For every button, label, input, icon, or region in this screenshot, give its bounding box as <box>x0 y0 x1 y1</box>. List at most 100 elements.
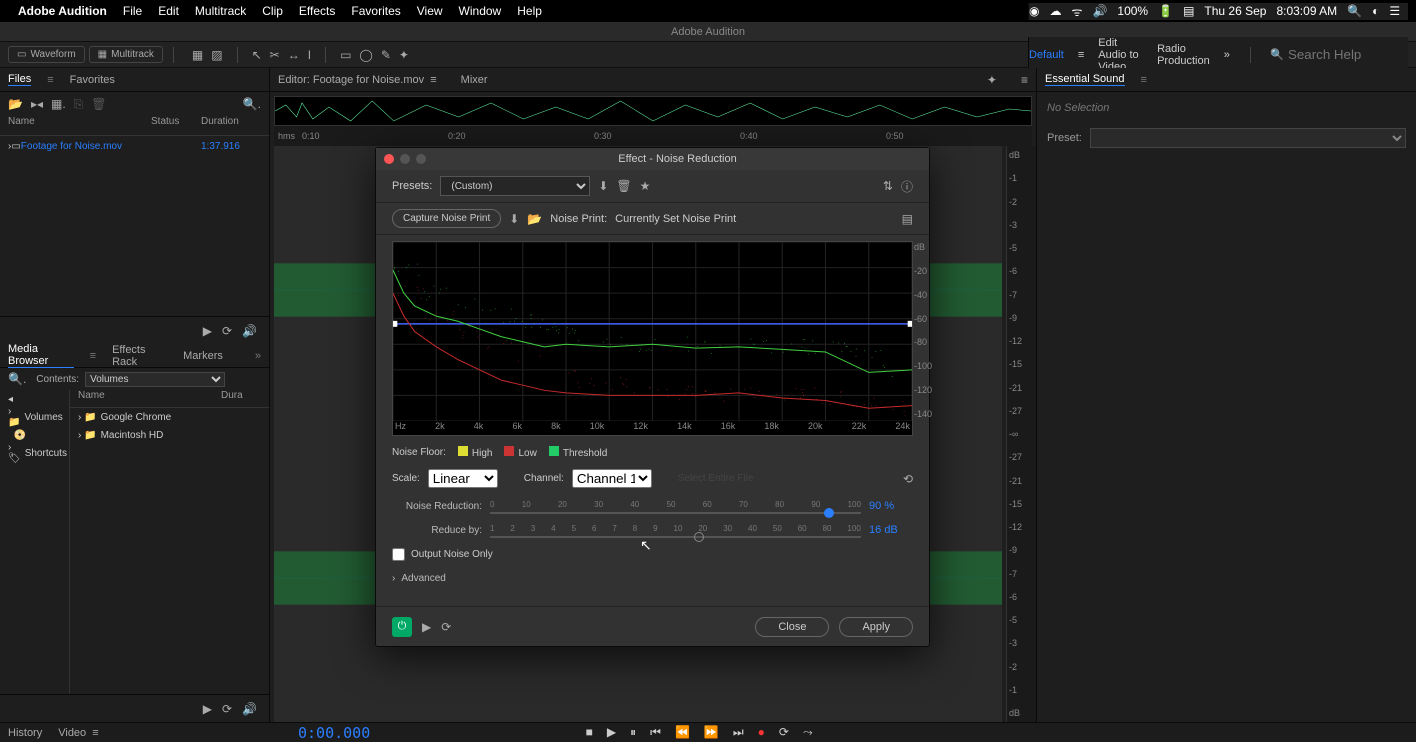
tab-history[interactable]: History <box>8 727 42 739</box>
menu-file[interactable]: File <box>123 4 142 18</box>
editor-menu-icon[interactable]: ≡ <box>1021 73 1028 87</box>
route-icon[interactable]: ⇅ <box>883 179 893 193</box>
pause-button[interactable]: ⏸ <box>630 725 636 740</box>
noise-reduction-value[interactable]: 90 <box>869 500 881 512</box>
battery-icon[interactable]: 🔋 <box>1158 4 1173 18</box>
mb-auto-play-icon[interactable]: 🔊 <box>242 702 257 716</box>
preview-loop-icon[interactable]: ⟳ <box>441 620 451 634</box>
marquee-tool-icon[interactable]: ▭ <box>340 48 351 62</box>
info-icon[interactable]: ⓘ <box>901 178 913 195</box>
workspace-more-icon[interactable]: » <box>1224 49 1230 61</box>
volume-icon[interactable]: 🔊 <box>1092 4 1107 18</box>
col-name[interactable]: Name <box>8 116 151 135</box>
tree-shortcuts[interactable]: › 🏷 Shortcuts <box>0 444 69 462</box>
contents-select[interactable]: Volumes <box>85 372 225 387</box>
tab-favorites[interactable]: Favorites <box>70 74 115 86</box>
tab-markers[interactable]: Markers <box>183 350 223 362</box>
siri-icon[interactable]: ◐ <box>1372 4 1379 18</box>
reset-curve-icon[interactable]: ⟲ <box>903 472 913 486</box>
play-icon[interactable]: ▶ <box>203 324 212 338</box>
menu-window[interactable]: Window <box>459 4 502 18</box>
mb-play-icon[interactable]: ▶ <box>203 702 212 716</box>
forward-button[interactable]: ⏩ <box>704 725 719 740</box>
spectral-pitch-icon[interactable]: ▨ <box>211 48 222 62</box>
scale-select[interactable]: Linear <box>428 469 498 488</box>
reduce-by-value[interactable]: 16 <box>869 524 881 536</box>
col-duration[interactable]: Duration <box>201 116 261 135</box>
forward-end-button[interactable]: ⏭ <box>733 725 744 740</box>
channel-select[interactable]: Channel 1 <box>572 469 652 488</box>
multitrack-mode-button[interactable]: ▦ Multitrack <box>89 46 163 63</box>
move-tool-icon[interactable]: ↖ <box>252 48 262 62</box>
effect-power-button[interactable]: ⏻ <box>392 617 412 637</box>
mb-menu-icon[interactable]: ≡ <box>90 350 96 362</box>
spectrum-graph[interactable]: dB-20-40-60-80-100-120-140 Hz2k4k6k8k10k… <box>392 241 913 436</box>
record-indicator-icon[interactable]: ◉ <box>1029 4 1039 18</box>
reduce-by-handle[interactable] <box>694 532 704 542</box>
mb-col-name[interactable]: Name <box>78 390 221 407</box>
loop-button[interactable]: ⟳ <box>779 725 789 740</box>
cloud-icon[interactable]: ☁ <box>1049 4 1061 18</box>
list-item[interactable]: › 📁 Google Chrome <box>70 408 269 426</box>
capture-noise-print-button[interactable]: Capture Noise Print <box>392 209 501 228</box>
workspace-radio[interactable]: Radio Production <box>1157 43 1210 67</box>
stop-button[interactable]: ■ <box>586 725 593 740</box>
open-file-icon[interactable]: 📂 <box>8 97 23 111</box>
skip-selection-button[interactable]: ⤳ <box>803 725 813 740</box>
time-selection-tool-icon[interactable]: I <box>308 48 311 62</box>
brush-tool-icon[interactable]: ✎ <box>381 48 391 62</box>
noise-reduction-slider[interactable] <box>490 512 861 514</box>
col-status[interactable]: Status <box>151 116 201 135</box>
waveform-mode-button[interactable]: ▭ Waveform <box>8 46 85 63</box>
save-preset-icon[interactable]: ⬇ <box>598 179 608 193</box>
auto-play-icon[interactable]: 🔊 <box>242 324 257 338</box>
favorite-icon[interactable]: ★ <box>640 179 651 193</box>
menu-clip[interactable]: Clip <box>262 4 283 18</box>
heal-tool-icon[interactable]: ✦ <box>399 48 409 62</box>
new-file-icon[interactable]: ▸◂ <box>31 97 43 111</box>
menu-edit[interactable]: Edit <box>158 4 179 18</box>
menu-multitrack[interactable]: Multitrack <box>195 4 246 18</box>
rewind-button[interactable]: ⏪ <box>675 725 690 740</box>
reduce-by-slider[interactable] <box>490 536 861 538</box>
play-button[interactable]: ▶ <box>607 725 616 740</box>
workspace-menu-icon[interactable]: ≡ <box>1078 49 1084 61</box>
list-item[interactable]: › 📁 Macintosh HD <box>70 426 269 444</box>
workspace-default[interactable]: Default <box>1029 49 1064 61</box>
editor-tab[interactable]: Editor: Footage for Noise.mov ≡ <box>278 74 437 86</box>
tab-effects-rack[interactable]: Effects Rack <box>112 344 167 368</box>
menu-favorites[interactable]: Favorites <box>351 4 400 18</box>
spotlight-icon[interactable]: 🔍 <box>1347 4 1362 18</box>
menu-effects[interactable]: Effects <box>299 4 335 18</box>
preset-select[interactable] <box>1090 128 1406 148</box>
apply-button[interactable]: Apply <box>839 617 913 637</box>
minimize-window-icon[interactable] <box>400 154 410 164</box>
files-menu-icon[interactable]: ≡ <box>47 74 53 86</box>
lasso-tool-icon[interactable]: ◯ <box>359 48 372 62</box>
mixer-tab[interactable]: Mixer <box>461 74 488 86</box>
mb-filter-icon[interactable]: 🔍. <box>8 372 26 386</box>
noise-reduction-handle[interactable] <box>824 508 834 518</box>
preset-select[interactable]: (Custom) <box>440 176 590 196</box>
razor-tool-icon[interactable]: ✂ <box>270 48 280 62</box>
mb-loop-icon[interactable]: ⟳ <box>222 702 232 716</box>
rewind-start-button[interactable]: ⏮ <box>650 725 661 740</box>
tree-volumes[interactable]: › 📁 Volumes <box>0 408 69 426</box>
search-input[interactable] <box>1288 47 1408 62</box>
close-window-icon[interactable] <box>384 154 394 164</box>
graph-menu-icon[interactable]: ▤ <box>902 212 913 226</box>
notifications-icon[interactable]: ☰ <box>1389 4 1400 18</box>
mb-more-icon[interactable]: » <box>255 350 261 362</box>
timeline[interactable]: hms 0:10 0:20 0:30 0:40 0:50 <box>274 126 1032 146</box>
mb-col-dura[interactable]: Dura <box>221 390 261 407</box>
save-print-icon[interactable]: ⬇ <box>509 212 519 226</box>
spectral-freq-icon[interactable]: ▦ <box>192 48 203 62</box>
load-print-icon[interactable]: 📂 <box>527 212 542 226</box>
file-row[interactable]: › ▭ Footage for Noise.mov 1:37.916 <box>0 136 269 156</box>
loop-icon[interactable]: ⟳ <box>222 324 232 338</box>
delete-preset-icon[interactable]: 🗑 <box>616 179 631 193</box>
wifi-icon[interactable]: ᯤ <box>1071 3 1082 20</box>
new-multitrack-icon[interactable]: ▦. <box>51 97 66 111</box>
filter-search-icon[interactable]: 🔍. <box>243 97 261 111</box>
zoom-window-icon[interactable] <box>416 154 426 164</box>
